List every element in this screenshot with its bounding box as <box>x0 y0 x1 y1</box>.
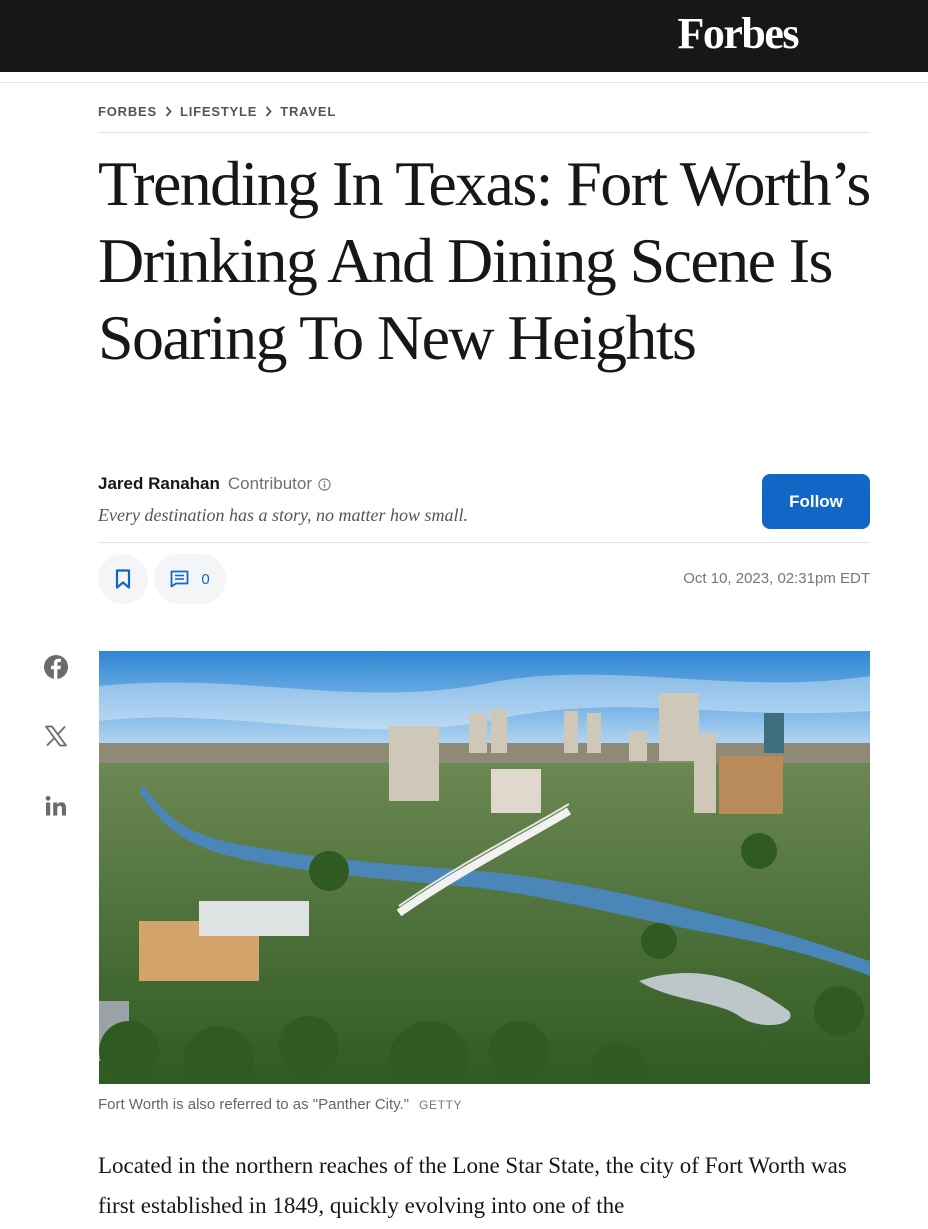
comments-button[interactable]: 0 <box>154 554 226 604</box>
article-headline: Trending In Texas: Fort Worth’s Drinking… <box>98 148 871 373</box>
x-share-button[interactable] <box>42 722 70 750</box>
top-nav-bar: Forbes <box>0 0 928 72</box>
author-byline: Jared Ranahan Contributor <box>98 474 331 494</box>
breadcrumb-lifestyle[interactable]: LIFESTYLE <box>180 104 257 119</box>
hero-image <box>99 651 870 1084</box>
linkedin-share-button[interactable] <box>42 792 70 820</box>
image-caption: Fort Worth is also referred to as "Panth… <box>98 1096 462 1113</box>
bookmark-button[interactable] <box>98 554 148 604</box>
comment-icon <box>170 570 189 588</box>
breadcrumb: FORBES LIFESTYLE TRAVEL <box>98 104 336 119</box>
header-divider <box>0 82 928 83</box>
breadcrumb-forbes[interactable]: FORBES <box>98 104 157 119</box>
chevron-right-icon <box>165 106 172 117</box>
article-body-paragraph: Located in the northern reaches of the L… <box>98 1153 847 1218</box>
x-icon <box>44 725 68 747</box>
publish-timestamp: Oct 10, 2023, 02:31pm EDT <box>683 570 870 587</box>
author-role: Contributor <box>227 474 312 493</box>
comment-count: 0 <box>201 570 210 588</box>
caption-text: Fort Worth is also referred to as "Panth… <box>98 1096 410 1113</box>
byline-divider <box>98 542 870 543</box>
linkedin-icon <box>44 794 68 818</box>
facebook-icon <box>43 654 69 680</box>
author-tagline: Every destination has a story, no matter… <box>98 505 468 525</box>
follow-button[interactable]: Follow <box>762 474 870 529</box>
forbes-logo[interactable]: Forbes <box>677 9 799 59</box>
breadcrumb-travel[interactable]: TRAVEL <box>280 104 336 119</box>
chevron-right-icon <box>265 106 272 117</box>
info-icon[interactable] <box>318 477 331 491</box>
author-name[interactable]: Jared Ranahan <box>98 474 220 494</box>
facebook-share-button[interactable] <box>42 653 70 681</box>
image-credit: GETTY <box>419 1098 463 1112</box>
bookmark-icon <box>115 569 131 589</box>
breadcrumb-divider <box>98 132 870 133</box>
